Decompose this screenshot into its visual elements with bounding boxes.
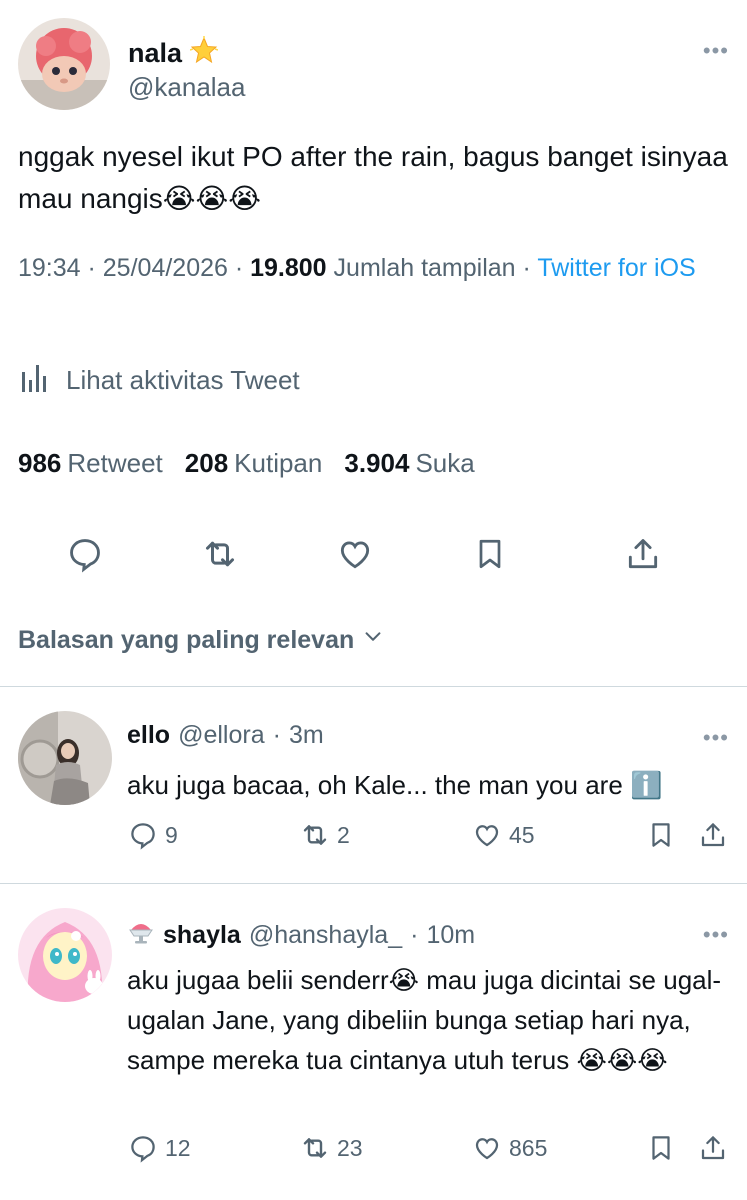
- reply-button[interactable]: 12: [127, 1132, 191, 1164]
- reply-actions: 9 2 45: [127, 819, 732, 855]
- quote-count: 208: [184, 448, 229, 478]
- reply-header: shayla @hanshayla_ · 10m: [127, 918, 475, 953]
- chevron-down-icon: [362, 626, 384, 655]
- reply-button[interactable]: 9: [127, 819, 178, 851]
- shaved-ice-icon: [127, 918, 155, 953]
- reply-count: 9: [165, 821, 178, 848]
- share-button[interactable]: [697, 819, 729, 851]
- author-name-text: nala: [128, 38, 183, 68]
- retweet-label: Retweet: [67, 448, 163, 478]
- view-label: Jumlah tampilan: [333, 254, 516, 282]
- tweet-text: nggak nyesel ikut PO after the rain, bag…: [18, 141, 728, 214]
- author-name[interactable]: nala: [128, 36, 219, 71]
- tweet-header: nala @kanalaa •••: [18, 18, 729, 114]
- share-icon[interactable]: [621, 532, 665, 576]
- reply-author-name[interactable]: ello: [127, 721, 170, 750]
- like-count: 3.904: [344, 448, 410, 478]
- replies-sort-label: Balasan yang paling relevan: [18, 626, 355, 654]
- reply-header: ello @ellora · 3m: [127, 721, 324, 750]
- analytics-icon: [18, 360, 52, 401]
- reply-text: aku jugaa belii senderr😭 mau juga dicint…: [127, 965, 722, 1075]
- more-options-icon[interactable]: •••: [703, 924, 729, 946]
- retweet-button[interactable]: 23: [299, 1132, 363, 1164]
- tweet-actions: [63, 532, 667, 576]
- bookmark-button[interactable]: [645, 1132, 677, 1164]
- more-options-icon[interactable]: •••: [703, 40, 729, 62]
- retweet-icon[interactable]: [198, 532, 242, 576]
- more-options-icon[interactable]: •••: [703, 727, 729, 749]
- avatar[interactable]: [18, 711, 112, 805]
- tweet-date[interactable]: 25/04/2026: [103, 254, 228, 282]
- reply-author-handle[interactable]: @hanshayla_: [249, 921, 402, 950]
- like-stat[interactable]: 3.904 Suka: [344, 448, 474, 479]
- engagement-stats: 986 Retweet 208 Kutipan 3.904 Suka: [18, 448, 475, 479]
- retweet-stat[interactable]: 986 Retweet: [18, 448, 163, 479]
- retweet-icon: [299, 1132, 331, 1164]
- like-icon: [471, 819, 503, 851]
- tweet-meta: 19:34 · 25/04/2026 · 19.800 Jumlah tampi…: [18, 254, 696, 282]
- like-label: Suka: [415, 448, 475, 478]
- view-count: 19.800: [250, 254, 327, 282]
- reply-item[interactable]: shayla @hanshayla_ · 10m ••• aku jugaa b…: [0, 884, 747, 1200]
- author-handle[interactable]: @kanalaa: [128, 72, 245, 103]
- bookmark-button[interactable]: [645, 819, 677, 851]
- reply-author-handle[interactable]: @ellora: [178, 721, 265, 750]
- tweet-time[interactable]: 19:34: [18, 254, 81, 282]
- dot-separator: ·: [272, 721, 281, 749]
- share-icon: [697, 819, 729, 851]
- like-icon[interactable]: [333, 532, 377, 576]
- dot-separator: ·: [410, 921, 419, 949]
- like-count: 45: [509, 821, 535, 848]
- reply-time[interactable]: 10m: [426, 921, 475, 950]
- activity-label: Lihat aktivitas Tweet: [66, 365, 300, 395]
- reply-author-name[interactable]: shayla: [163, 921, 241, 950]
- reply-time[interactable]: 3m: [289, 721, 324, 750]
- retweet-count: 986: [18, 448, 62, 478]
- avatar[interactable]: [18, 18, 110, 110]
- tweet-source[interactable]: Twitter for iOS: [537, 254, 695, 282]
- retweet-count: 23: [337, 1134, 363, 1161]
- quote-stat[interactable]: 208 Kutipan: [185, 448, 323, 479]
- quote-label: Kutipan: [234, 448, 323, 478]
- tweet-activity-link[interactable]: Lihat aktivitas Tweet: [18, 360, 300, 401]
- reply-count: 12: [165, 1134, 191, 1161]
- like-button[interactable]: 45: [471, 819, 535, 851]
- bookmark-icon[interactable]: [468, 532, 512, 576]
- like-count: 865: [509, 1134, 548, 1161]
- bookmark-icon: [645, 819, 677, 851]
- reply-actions: 12 23 865: [127, 1132, 732, 1168]
- glowing-star-icon: [189, 36, 219, 71]
- retweet-button[interactable]: 2: [299, 819, 350, 851]
- avatar[interactable]: [18, 908, 112, 1002]
- reply-icon: [127, 819, 159, 851]
- share-icon: [697, 1132, 729, 1164]
- replies-sort-dropdown[interactable]: Balasan yang paling relevan: [18, 626, 384, 655]
- reply-item[interactable]: ello @ellora · 3m ••• aku juga bacaa, oh…: [0, 687, 747, 883]
- like-button[interactable]: 865: [471, 1132, 547, 1164]
- share-button[interactable]: [697, 1132, 729, 1164]
- reply-icon: [127, 1132, 159, 1164]
- reply-icon[interactable]: [63, 532, 107, 576]
- like-icon: [471, 1132, 503, 1164]
- bookmark-icon: [645, 1132, 677, 1164]
- reply-text: aku juga bacaa, oh Kale... the man you a…: [127, 770, 663, 800]
- retweet-icon: [299, 819, 331, 851]
- retweet-count: 2: [337, 821, 350, 848]
